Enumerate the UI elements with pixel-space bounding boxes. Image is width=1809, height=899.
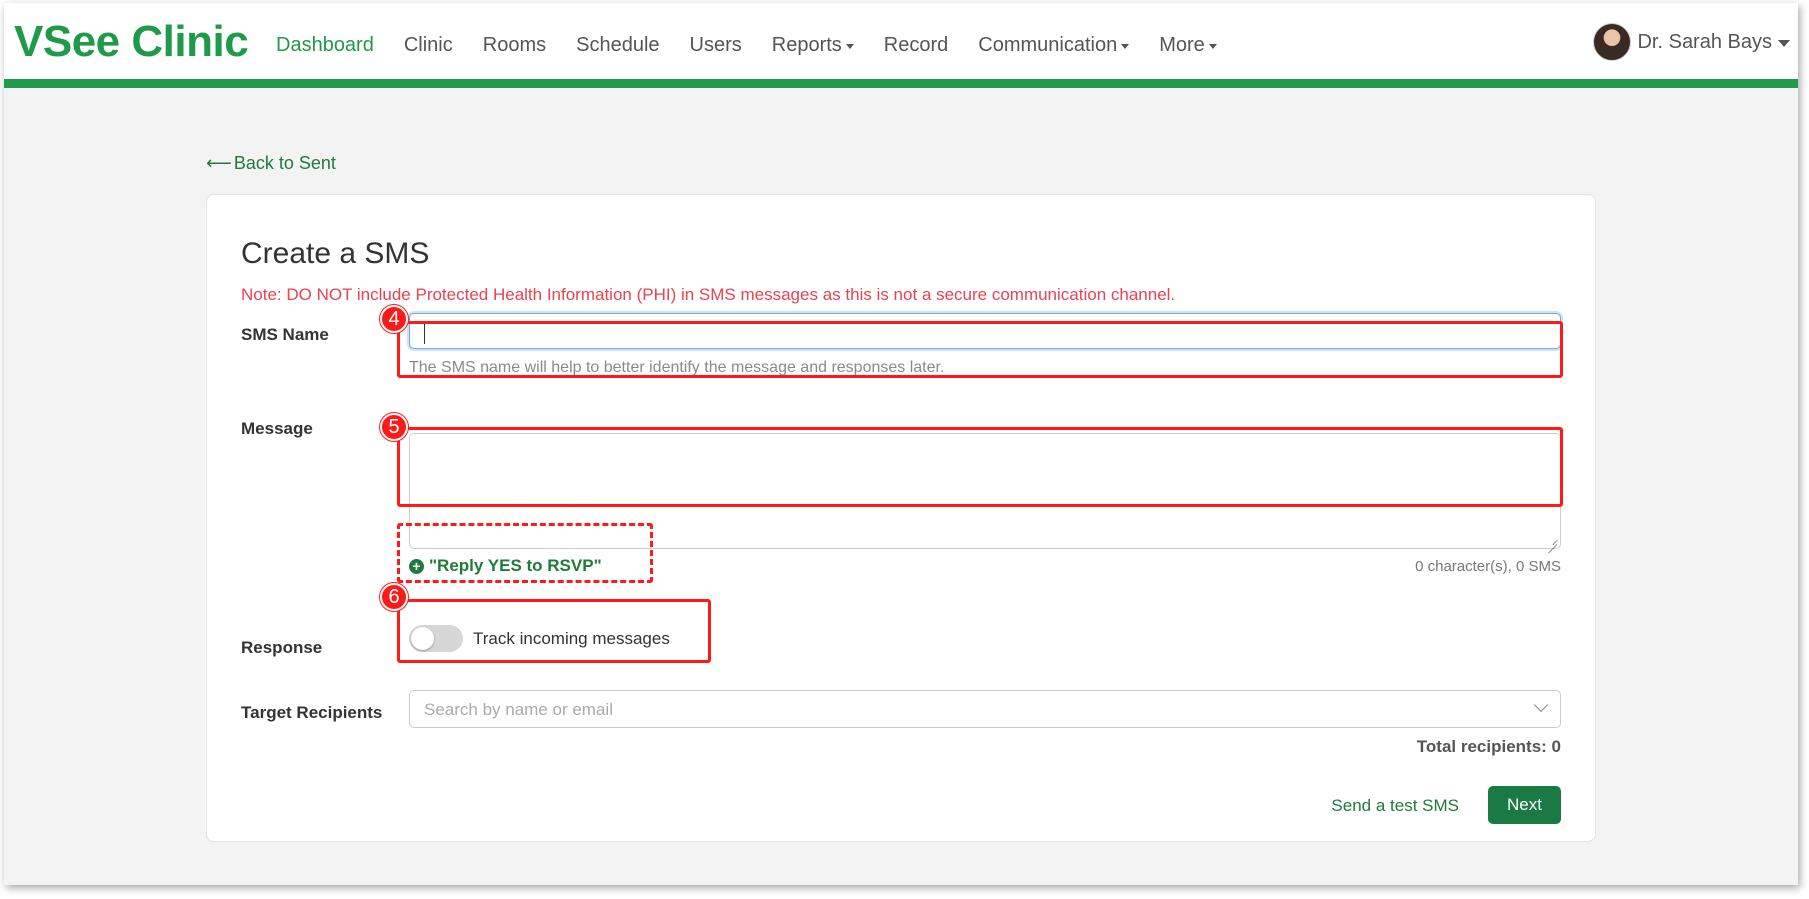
- resize-handle-icon[interactable]: [1547, 535, 1557, 545]
- chevron-down-icon: [1208, 44, 1217, 49]
- nav-clinic[interactable]: Clinic: [404, 34, 453, 57]
- nav-reports-label: Reports: [771, 34, 842, 56]
- nav-more-label: More: [1159, 34, 1205, 56]
- character-count: 0 character(s), 0 SMS: [1415, 558, 1561, 575]
- nav-clinic-label: Clinic: [403, 34, 453, 56]
- top-navbar: VSee Clinic Dashboard Clinic Rooms Sched…: [4, 3, 1798, 88]
- nav-more[interactable]: More: [1159, 34, 1217, 57]
- annotation-box-sms-name: [397, 321, 1563, 378]
- response-label: Response: [241, 638, 323, 657]
- recipients-search-select[interactable]: Search by name or email: [409, 690, 1561, 728]
- annotation-marker-6: 6: [380, 583, 408, 611]
- app-window: VSee Clinic Dashboard Clinic Rooms Sched…: [4, 3, 1798, 885]
- nav-communication[interactable]: Communication: [978, 34, 1130, 57]
- annotation-box-rsvp: [397, 523, 653, 583]
- chevron-down-icon: [1778, 39, 1790, 47]
- nav-dashboard[interactable]: Dashboard: [276, 34, 374, 57]
- avatar: [1593, 23, 1632, 61]
- nav-rooms[interactable]: Rooms: [483, 34, 546, 57]
- phi-warning-note: Note: DO NOT include Protected Health In…: [241, 285, 1176, 304]
- nav-rooms-label: Rooms: [482, 34, 547, 56]
- user-menu[interactable]: Dr. Sarah Bays: [1593, 23, 1790, 61]
- annotation-marker-4: 4: [380, 305, 408, 333]
- create-sms-card: Create a SMS Note: DO NOT include Protec…: [206, 194, 1596, 842]
- nav-schedule-label: Schedule: [576, 34, 660, 56]
- user-name: Dr. Sarah Bays: [1637, 30, 1772, 53]
- sms-name-label: SMS Name: [241, 325, 329, 344]
- annotation-marker-5: 5: [380, 413, 408, 441]
- chevron-down-icon: [1121, 44, 1130, 49]
- message-label: Message: [241, 419, 313, 438]
- nav-dashboard-label: Dashboard: [276, 34, 374, 56]
- nav-reports[interactable]: Reports: [772, 34, 854, 57]
- annotation-box-message: [397, 427, 1563, 507]
- next-button[interactable]: Next: [1488, 786, 1561, 824]
- nav-users-label: Users: [689, 34, 742, 56]
- nav-record[interactable]: Record: [884, 34, 948, 57]
- back-to-sent-link[interactable]: ⟵ Back to Sent: [206, 153, 336, 174]
- annotation-box-response: [397, 599, 711, 663]
- nav-communication-label: Communication: [978, 34, 1118, 56]
- nav-record-label: Record: [883, 34, 949, 56]
- chevron-down-icon: [845, 44, 854, 49]
- target-recipients-label: Target Recipients: [241, 703, 383, 722]
- vsee-logo[interactable]: VSee Clinic: [14, 17, 249, 67]
- arrow-left-icon: ⟵: [206, 153, 232, 173]
- main-nav: Dashboard Clinic Rooms Schedule Users Re…: [276, 34, 1247, 57]
- page-title: Create a SMS: [241, 237, 430, 270]
- back-link-label: Back to Sent: [233, 153, 336, 173]
- total-recipients: Total recipients: 0: [1416, 737, 1561, 756]
- chevron-down-icon: [1533, 697, 1549, 713]
- send-test-sms-link[interactable]: Send a test SMS: [1331, 796, 1459, 816]
- nav-users[interactable]: Users: [690, 34, 742, 57]
- recipients-placeholder: Search by name or email: [424, 700, 613, 719]
- nav-schedule[interactable]: Schedule: [576, 34, 659, 57]
